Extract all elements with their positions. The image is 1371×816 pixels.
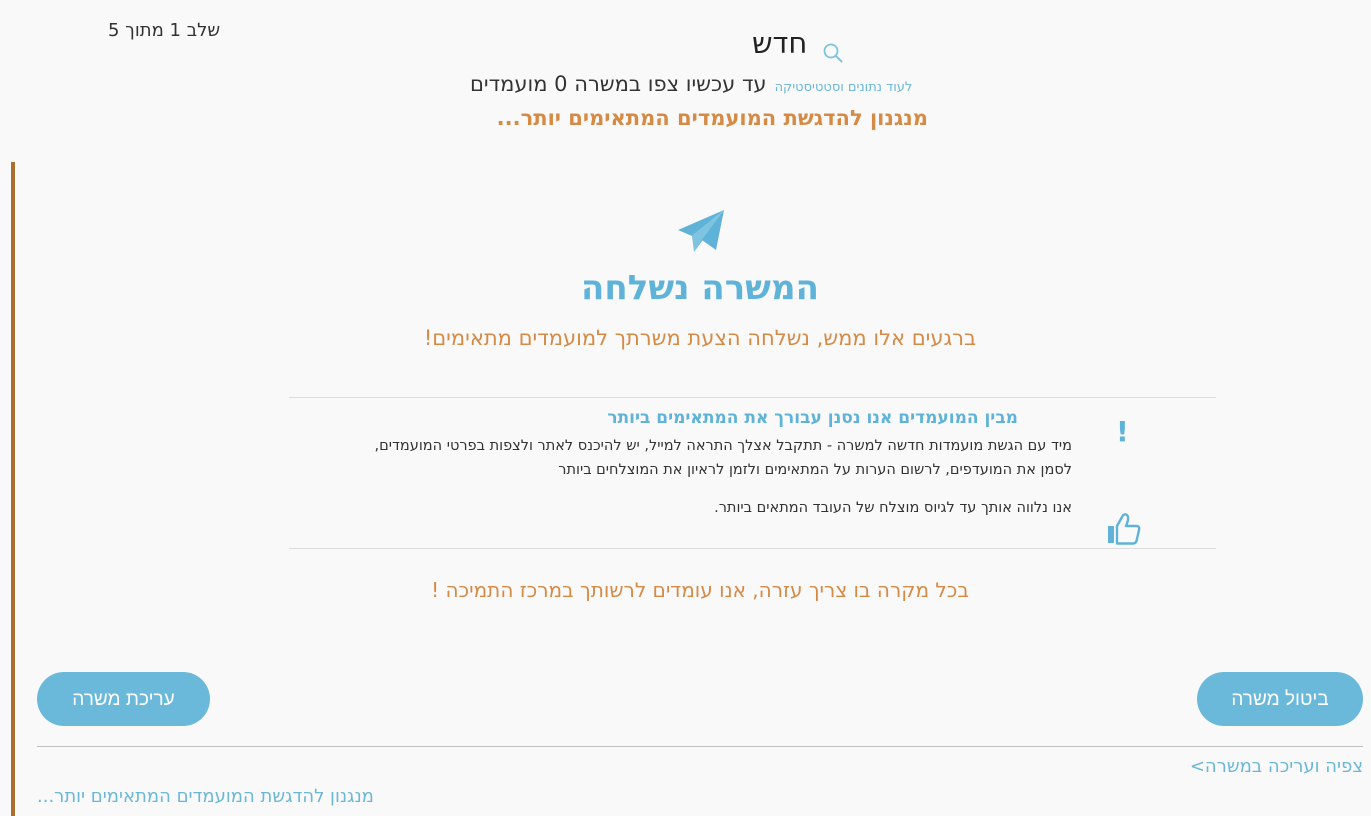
- exclamation-icon: !: [1116, 415, 1129, 448]
- promo-link-bottom[interactable]: מנגנון להדגשת המועמדים המתאימים יותר...: [37, 786, 397, 807]
- info-description: מיד עם הגשת מועמדות חדשה למשרה - תתקבל א…: [374, 438, 1072, 478]
- thumbs-up-icon: [1108, 513, 1141, 545]
- info-title: מבין המועמדים אנו נסנן עבורך את המתאימים…: [607, 408, 1018, 428]
- job-sent-subtitle: ברגעים אלו ממש, נשלחה הצעת משרתך למועמדי…: [423, 326, 977, 350]
- search-icon[interactable]: [822, 42, 844, 64]
- step-indicator: שלב 1 מתוך 5: [108, 20, 221, 41]
- page-title: חדש: [752, 26, 808, 60]
- paper-plane-icon: [678, 210, 724, 252]
- stats-link[interactable]: לעוד נתונים וסטטיסטיקה: [775, 80, 913, 95]
- info-description-2: אנו נלווה אותך עד לגיוס מוצלח של העובד ה…: [714, 500, 1072, 516]
- view-edit-job-link[interactable]: צפיה ועריכה במשרה>: [1150, 756, 1363, 777]
- cancel-job-button[interactable]: ביטול משרה: [1197, 672, 1363, 726]
- promo-link-top[interactable]: מנגנון להדגשת המועמדים המתאימים יותר...: [462, 106, 928, 130]
- job-sent-title: המשרה נשלחה: [581, 268, 819, 308]
- side-accent-bar: [11, 162, 15, 816]
- edit-job-button[interactable]: עריכת משרה: [37, 672, 210, 726]
- support-help-text: בכל מקרה בו צריך עזרה, אנו עומדים לרשותך…: [431, 578, 969, 602]
- viewers-count-text: עד עכשיו צפו במשרה 0 מועמדים: [470, 72, 767, 96]
- divider: [37, 746, 1363, 747]
- viewers-row: עד עכשיו צפו במשרה 0 מועמדים לעוד נתונים…: [470, 72, 946, 96]
